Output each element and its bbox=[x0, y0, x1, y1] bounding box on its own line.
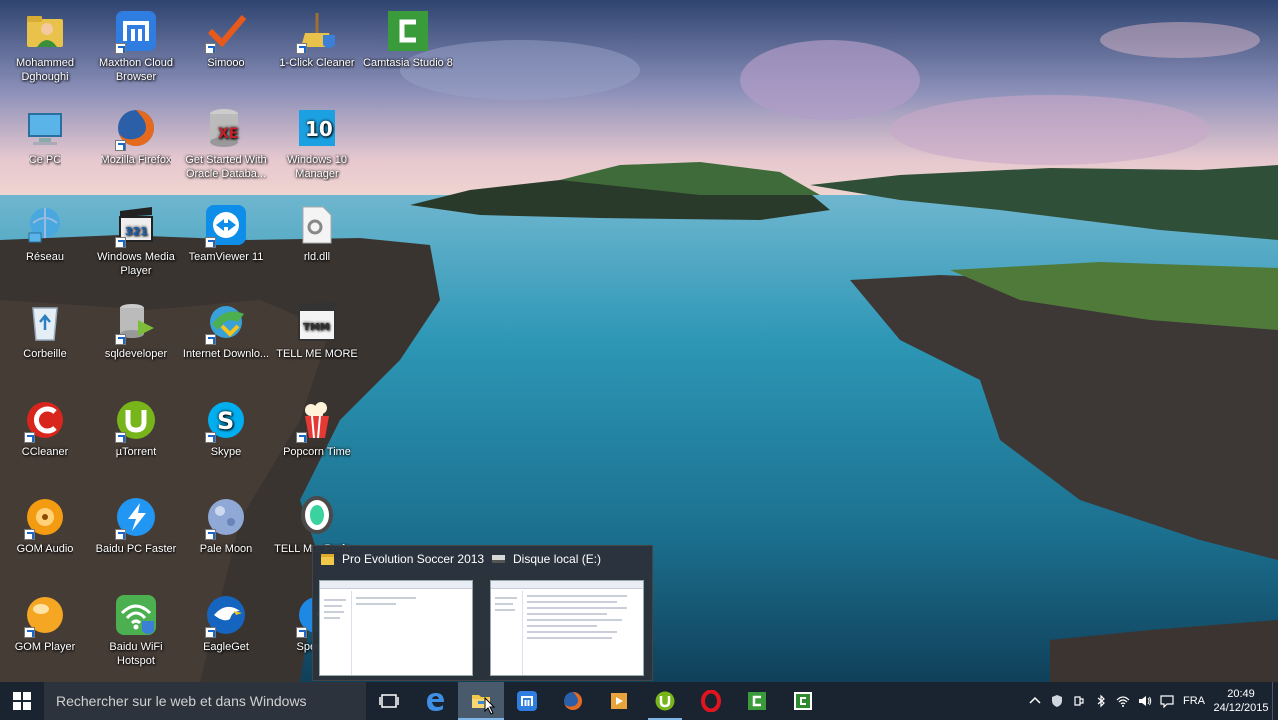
taskbar-task-view[interactable] bbox=[366, 682, 412, 720]
taskbar: Rechercher sur le web et dans Windows FR… bbox=[0, 682, 1278, 720]
wifi-hotspot-icon bbox=[116, 595, 156, 635]
taskbar-maxthon[interactable] bbox=[504, 682, 550, 720]
desktop-icon-camtasia[interactable]: Camtasia Studio 8 bbox=[362, 4, 454, 96]
desktop-icon-network[interactable]: Réseau bbox=[0, 198, 91, 290]
desktop-icon-baidu-wifi-hotspot[interactable]: Baidu WiFi Hotspot bbox=[90, 588, 182, 680]
svg-text:XE: XE bbox=[218, 126, 238, 142]
start-button[interactable] bbox=[0, 682, 44, 720]
preview-thumbnail bbox=[490, 580, 644, 676]
drive-icon bbox=[492, 555, 505, 563]
desktop-icon-internet-download-manager[interactable]: Internet Downlo... bbox=[180, 295, 272, 387]
desktop-icon-ccleaner[interactable]: CCleaner bbox=[0, 393, 91, 485]
windows-logo-icon bbox=[13, 692, 31, 710]
taskbar-media-player[interactable] bbox=[596, 682, 642, 720]
maxthon-icon bbox=[517, 691, 537, 711]
taskbar-edge[interactable] bbox=[412, 682, 458, 720]
desktop-icon-recycle-bin[interactable]: Corbeille bbox=[0, 295, 91, 387]
speaker-icon bbox=[1139, 696, 1152, 706]
search-box[interactable]: Rechercher sur le web et dans Windows bbox=[44, 682, 366, 720]
desktop-icon-sqldeveloper[interactable]: sqldeveloper bbox=[90, 295, 182, 387]
camtasia-icon bbox=[388, 11, 428, 51]
utorrent-icon bbox=[655, 691, 675, 711]
tray-bluetooth[interactable] bbox=[1090, 682, 1112, 720]
tray-show-hidden[interactable] bbox=[1024, 682, 1046, 720]
desktop-icon-simooo[interactable]: Simooo bbox=[180, 4, 272, 96]
desktop-icon-baidu-pc-faster[interactable]: Baidu PC Faster bbox=[90, 490, 182, 582]
notification-icon bbox=[1160, 695, 1174, 708]
preview-thumbnail bbox=[319, 580, 473, 676]
firefox-icon bbox=[564, 692, 582, 710]
wifi-icon bbox=[1116, 696, 1130, 707]
system-tray: FRA 20:49 24/12/2015 bbox=[1024, 682, 1278, 720]
desktop-icon-user-folder[interactable]: Mohammed Dghoughi bbox=[0, 4, 91, 96]
camtasia-icon bbox=[794, 692, 812, 710]
desktop-icon-utorrent[interactable]: µTorrent bbox=[90, 393, 182, 485]
desktop-icon-gom-player[interactable]: GOM Player bbox=[0, 588, 91, 680]
desktop-icon-this-pc[interactable]: Ce PC bbox=[0, 101, 91, 193]
taskbar-camtasia-studio[interactable] bbox=[780, 682, 826, 720]
desktop-icon-eagleget[interactable]: EagleGet bbox=[180, 588, 272, 680]
bluetooth-icon bbox=[1097, 694, 1105, 708]
desktop-icon-gom-audio[interactable]: GOM Audio bbox=[0, 490, 91, 582]
usb-icon bbox=[1074, 696, 1084, 706]
preview-window-pes2013[interactable]: Pro Evolution Soccer 2013 bbox=[313, 546, 484, 682]
user-folder-icon bbox=[27, 16, 63, 47]
tray-usb[interactable] bbox=[1068, 682, 1090, 720]
svg-text:10: 10 bbox=[305, 117, 333, 141]
svg-text:321: 321 bbox=[125, 225, 148, 238]
desktop-icon-1-click-cleaner[interactable]: 1-Click Cleaner bbox=[271, 4, 363, 96]
desktop-icon-skype[interactable]: S Skype bbox=[180, 393, 272, 485]
folder-icon bbox=[321, 553, 334, 565]
language-label: FRA bbox=[1183, 695, 1205, 707]
desktop-icon-tell-me-more[interactable]: TMM TELL ME MORE bbox=[271, 295, 363, 387]
chevron-up-icon bbox=[1029, 696, 1041, 704]
preview-window-disque-local[interactable]: Disque local (E:) bbox=[484, 546, 644, 682]
tray-clock[interactable]: 20:49 24/12/2015 bbox=[1210, 687, 1272, 715]
desktop-icon-oracle[interactable]: XE Get Started With Oracle Databa... bbox=[180, 101, 272, 193]
taskbar-thumbnail-preview: Pro Evolution Soccer 2013 Disque local (… bbox=[312, 545, 653, 681]
desktop-icon-rld-dll[interactable]: rld.dll bbox=[271, 198, 363, 290]
desktop-icon-windows-media-player[interactable]: 321 Windows Media Player bbox=[90, 198, 182, 290]
dll-file-icon bbox=[302, 206, 332, 244]
desktop-icon-windows10-manager[interactable]: 10 Windows 10 Manager bbox=[271, 101, 363, 193]
taskbar-camtasia-recorder[interactable] bbox=[734, 682, 780, 720]
desktop-icon-popcorn-time[interactable]: Popcorn Time bbox=[271, 393, 363, 485]
desktop-icon-pale-moon[interactable]: Pale Moon bbox=[180, 490, 272, 582]
tray-volume[interactable] bbox=[1134, 682, 1156, 720]
edge-icon bbox=[427, 693, 444, 711]
show-desktop-button[interactable] bbox=[1272, 682, 1278, 720]
camtasia-icon bbox=[748, 692, 766, 710]
preview-window-title: Disque local (E:) bbox=[513, 552, 602, 566]
tellme-perf-icon bbox=[301, 496, 333, 534]
tray-notifications[interactable] bbox=[1156, 682, 1178, 720]
media-player-icon bbox=[611, 693, 627, 709]
desktop-icon-maxthon[interactable]: Maxthon Cloud Browser bbox=[90, 4, 182, 96]
desktop-icon-firefox[interactable]: Mozilla Firefox bbox=[90, 101, 182, 193]
tray-security[interactable] bbox=[1046, 682, 1068, 720]
clock-date: 24/12/2015 bbox=[1213, 702, 1269, 714]
computer-icon bbox=[28, 113, 62, 145]
opera-icon bbox=[701, 690, 721, 712]
taskbar-firefox[interactable] bbox=[550, 682, 596, 720]
desktop-icon-teamviewer[interactable]: TeamViewer 11 bbox=[180, 198, 272, 290]
taskbar-utorrent[interactable] bbox=[642, 682, 688, 720]
clock-time: 20:49 bbox=[1227, 688, 1255, 700]
svg-text:TMM: TMM bbox=[303, 322, 330, 333]
network-globe-icon bbox=[28, 208, 60, 243]
svg-text:S: S bbox=[217, 407, 234, 435]
recycle-bin-icon bbox=[32, 307, 58, 341]
taskbar-file-explorer[interactable] bbox=[458, 682, 504, 720]
task-view-icon bbox=[379, 694, 399, 708]
windows10-icon: 10 bbox=[299, 110, 335, 146]
tray-network[interactable] bbox=[1112, 682, 1134, 720]
oracle-db-icon: XE bbox=[210, 109, 238, 147]
preview-window-title: Pro Evolution Soccer 2013 bbox=[342, 552, 485, 566]
tray-language[interactable]: FRA bbox=[1178, 682, 1210, 720]
taskbar-opera[interactable] bbox=[688, 682, 734, 720]
shield-icon bbox=[1052, 695, 1062, 707]
mouse-cursor-icon bbox=[484, 697, 496, 715]
search-placeholder: Rechercher sur le web et dans Windows bbox=[56, 693, 307, 709]
tellmemore-icon: TMM bbox=[298, 302, 336, 341]
